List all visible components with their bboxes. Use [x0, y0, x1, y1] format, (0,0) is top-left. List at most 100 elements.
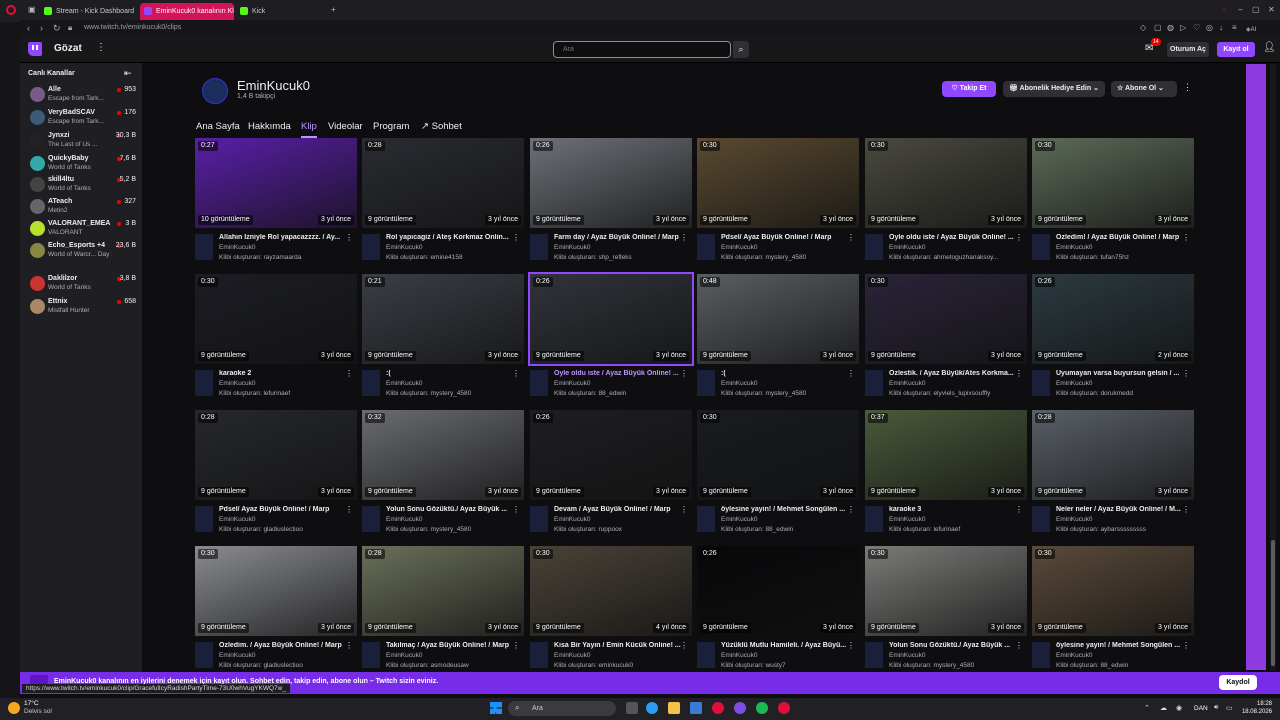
clip-creator[interactable]: Klibi oluşturan: lefurinaef [889, 526, 960, 533]
clip-channel-avatar[interactable] [195, 506, 213, 532]
clip-channel[interactable]: EminKucuk0 [219, 516, 256, 523]
clip-channel-avatar[interactable] [697, 506, 715, 532]
clip-more-icon[interactable]: ⋮ [680, 505, 688, 514]
clip-card[interactable]: 0:30 9 görüntüleme 3 yıl önce öylesine yayi… [697, 410, 859, 540]
clip-title[interactable]: :( [721, 370, 849, 377]
new-tab-icon[interactable]: + [331, 4, 336, 16]
clip-thumbnail[interactable]: 0:26 9 görüntüleme 3 yıl önce [697, 546, 859, 636]
forward-icon[interactable]: › [40, 22, 43, 34]
sidebar-channel[interactable]: Daklilzor World of Tanks 3,8 B [22, 273, 140, 295]
tray-chevron-icon[interactable]: ⌃ [1144, 704, 1150, 712]
clip-channel-avatar[interactable] [697, 370, 715, 396]
scrollbar-thumb[interactable] [1271, 540, 1275, 666]
clip-channel-avatar[interactable] [865, 506, 883, 532]
taskbar-clock[interactable]: 18:28 18.08.2026 [1236, 700, 1272, 716]
clip-more-icon[interactable]: ⋮ [680, 641, 688, 650]
clip-thumbnail[interactable]: 0:28 9 görüntüleme 3 yıl önce [195, 410, 357, 500]
clip-thumbnail[interactable]: 0:30 9 görüntüleme 3 yıl önce [195, 274, 357, 364]
clip-thumbnail[interactable]: 0:28 9 görüntüleme 3 yıl önce [362, 138, 524, 228]
follow-button[interactable]: ♡ Takip Et [942, 81, 996, 97]
clip-creator[interactable]: Klibi oluşturan: ruppoox [554, 526, 622, 533]
clip-thumbnail[interactable]: 0:26 9 görüntüleme 3 yıl önce [530, 138, 692, 228]
clip-channel-avatar[interactable] [697, 642, 715, 668]
channel-avatar[interactable] [202, 78, 228, 104]
task-view-icon[interactable] [626, 702, 638, 714]
channel-name[interactable]: EminKucuk0 [237, 78, 310, 93]
shield-icon[interactable]: ◍ [1167, 22, 1174, 34]
clip-more-icon[interactable]: ⋮ [1182, 369, 1190, 378]
clip-channel[interactable]: EminKucuk0 [889, 652, 926, 659]
subscribe-button[interactable]: ☆ Abone Ol ⌄ [1111, 81, 1177, 97]
clip-thumbnail[interactable]: 0:26 9 görüntüleme 2 yıl önce [1032, 274, 1194, 364]
clip-more-icon[interactable]: ⋮ [345, 641, 353, 650]
clip-title[interactable]: Devam / Ayaz Büyük Online! / Marp [554, 506, 682, 513]
clip-channel-avatar[interactable] [1032, 234, 1050, 260]
volume-icon[interactable]: 🔊︎ [1214, 704, 1218, 712]
signup-button[interactable]: Kayıt ol [1217, 42, 1255, 57]
clip-title[interactable]: Pdsel/ Ayaz Büyük Online! / Marp [219, 506, 347, 513]
clip-channel-avatar[interactable] [362, 642, 380, 668]
clip-channel-avatar[interactable] [530, 234, 548, 260]
clip-card[interactable]: 0:28 9 görüntüleme 3 yıl önce Neler neler /… [1032, 410, 1194, 540]
clip-card[interactable]: 0:48 9 görüntüleme 3 yıl önce:(EminKucuk0 K… [697, 274, 859, 404]
clip-creator[interactable]: Klibi oluşturan: emine4158 [386, 254, 463, 261]
clip-creator[interactable]: Klibi oluşturan: wusty7 [721, 662, 786, 669]
clip-card[interactable]: 0:26 9 görüntüleme 3 yıl önce Farm day / Ay… [530, 138, 692, 268]
clip-channel-avatar[interactable] [195, 234, 213, 260]
clip-channel[interactable]: EminKucuk0 [219, 652, 256, 659]
clip-more-icon[interactable]: ⋮ [1015, 641, 1023, 650]
clip-more-icon[interactable]: ⋮ [512, 641, 520, 650]
clip-card[interactable]: 0:37 9 görüntüleme 3 yıl önce karaoke 3 Emin… [865, 410, 1027, 540]
browse-link[interactable]: Gözat [54, 43, 82, 54]
opera-ai-icon[interactable]: ○ [1222, 4, 1227, 16]
clip-title[interactable]: karaoke 2 [219, 370, 347, 377]
clip-channel[interactable]: EminKucuk0 [219, 244, 256, 251]
battery-icon[interactable]: ▭ [1226, 704, 1233, 712]
sidebar-channel[interactable]: Echo_Esports +4 World of Warcr... Day 1 -… [22, 240, 140, 262]
clip-more-icon[interactable]: ⋮ [847, 369, 855, 378]
clip-title[interactable]: Uyumayan varsa buyursun gelsin / ... [1056, 370, 1184, 377]
clip-channel-avatar[interactable] [865, 234, 883, 260]
clip-more-icon[interactable]: ⋮ [1015, 505, 1023, 514]
clip-title[interactable]: Allahın İzniyle Rol yapacazzzz. / Ay... [219, 234, 347, 241]
clip-card[interactable]: 0:28 9 görüntüleme 3 yıl önce Rol yapıcagiz… [362, 138, 524, 268]
tab-schedule[interactable]: Program [373, 121, 409, 132]
more-options-icon[interactable]: ⋮ [96, 42, 106, 53]
clip-creator[interactable]: Klibi oluşturan: 88_edwin [1056, 662, 1128, 669]
banner-signup-button[interactable]: Kaydol [1219, 675, 1257, 690]
clip-creator[interactable]: Klibi oluşturan: gladiuslectioo [219, 526, 303, 533]
clip-thumbnail[interactable]: 0:26 9 görüntüleme 3 yıl önce [530, 410, 692, 500]
opera-gx-icon[interactable] [778, 702, 790, 714]
clip-title[interactable]: Rol yapıcagiz / Ateş Korkmaz Onlin... [386, 234, 514, 241]
clip-more-icon[interactable]: ⋮ [512, 505, 520, 514]
aria-ai-icon[interactable]: ◈AI [1246, 24, 1256, 36]
clip-creator[interactable]: Klibi oluşturan: lefurinaef [219, 390, 290, 397]
sidebar-channel[interactable]: ATeach Metin2 327 [22, 196, 140, 218]
clip-title[interactable]: karaoke 3 [889, 506, 1017, 513]
sidebar-channel[interactable]: Ettnix Mistfall Hunter 658 [22, 296, 140, 318]
clip-card[interactable]: 0:30 9 görüntüleme 3 yıl önce karaoke 2 Emin… [195, 274, 357, 404]
clip-channel[interactable]: EminKucuk0 [554, 516, 591, 523]
clip-creator[interactable]: Klibi oluşturan: mystery_4580 [721, 254, 806, 261]
clip-card[interactable]: 0:32 9 görüntüleme 3 yıl önce Yolun Sonu Gö… [362, 410, 524, 540]
weather-widget[interactable]: 17°C Delvis sol [24, 700, 52, 716]
clip-channel[interactable]: EminKucuk0 [554, 244, 591, 251]
clip-channel-avatar[interactable] [865, 370, 883, 396]
clip-card[interactable]: 0:26 9 görüntüleme 3 yıl önce Yüzüklü Mutlu… [697, 546, 859, 676]
language-indicator[interactable]: DAN [1194, 705, 1208, 712]
clip-creator[interactable]: Klibi oluşturan: mystery_4580 [889, 662, 974, 669]
clip-channel[interactable]: EminKucuk0 [386, 516, 423, 523]
clip-thumbnail[interactable]: 0:37 9 görüntüleme 3 yıl önce [865, 410, 1027, 500]
user-icon[interactable]: 👤︎ [1263, 42, 1276, 53]
clip-creator[interactable]: Klibi oluşturan: dorukmedd [1056, 390, 1133, 397]
clip-creator[interactable]: Klibi oluşturan: elyviels_lupixsouffly [889, 390, 990, 397]
file-explorer-icon[interactable] [668, 702, 680, 714]
onedrive-icon[interactable]: ☁ [1160, 704, 1167, 712]
tab-clips[interactable]: Klip [301, 121, 317, 138]
clip-card[interactable]: 0:30 9 görüntüleme 3 yıl önce Özledim. / Ay… [195, 546, 357, 676]
clip-title[interactable]: Yolun Sonu Gözüktü./ Ayaz Büyük ... [386, 506, 514, 513]
twitch-logo-icon[interactable] [28, 42, 42, 56]
heart-icon[interactable]: ♡ [1193, 22, 1200, 34]
clip-channel[interactable]: EminKucuk0 [554, 652, 591, 659]
clip-more-icon[interactable]: ⋮ [1182, 641, 1190, 650]
